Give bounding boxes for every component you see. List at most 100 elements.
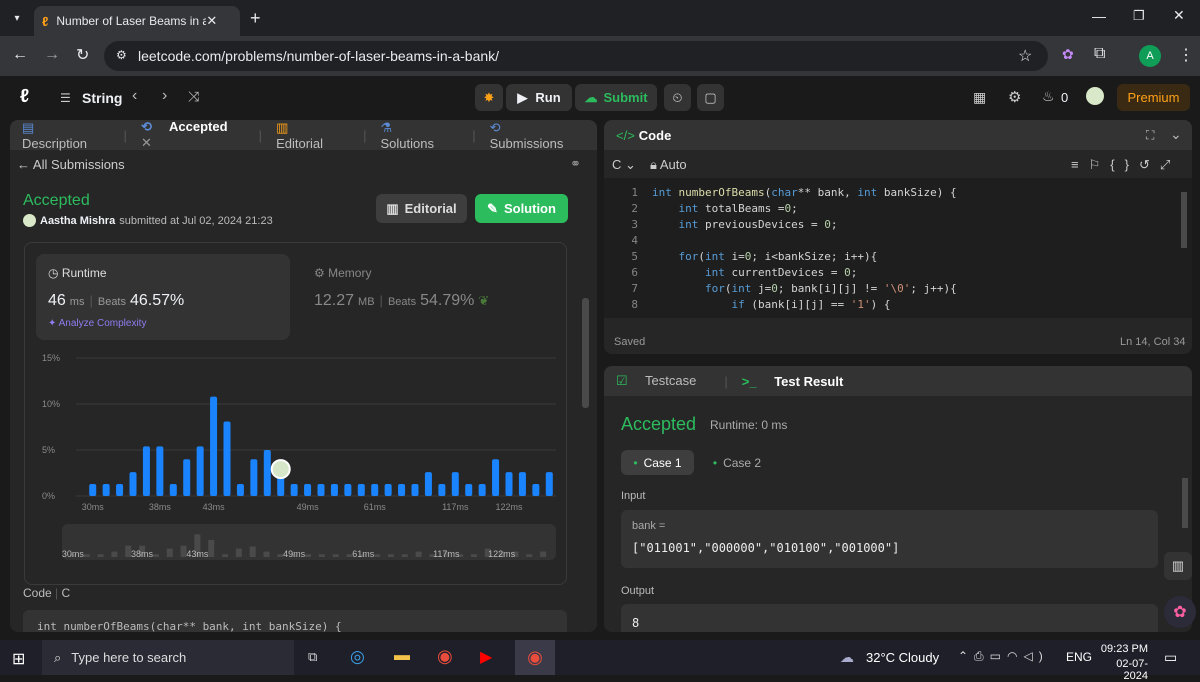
language-indicator[interactable]: ENG: [1066, 650, 1092, 664]
url-field[interactable]: ⚙ leetcode.com/problems/number-of-laser-…: [104, 41, 1048, 71]
streak-fire-icon[interactable]: ♨: [1042, 88, 1055, 105]
line-number: 5: [631, 250, 638, 263]
back-icon[interactable]: ←: [12, 46, 28, 64]
chrome-active-icon[interactable]: ◉: [515, 640, 555, 675]
code-line[interactable]: 1 int numberOfBeams(char** bank, int bank…: [604, 186, 1192, 202]
debug-icon[interactable]: ✸: [475, 84, 503, 111]
layout-grid-icon[interactable]: ▦: [973, 89, 986, 106]
run-button[interactable]: ▶ Run: [506, 84, 572, 111]
premium-button[interactable]: Premium: [1117, 84, 1190, 111]
mini-bar: [263, 551, 270, 557]
chrome-icon[interactable]: ◉: [437, 646, 453, 667]
window-close-button[interactable]: ✕: [1173, 7, 1185, 24]
code-line[interactable]: 2 int totalBeams =0;: [604, 202, 1192, 218]
forward-icon[interactable]: →: [44, 46, 60, 64]
minimize-button[interactable]: —: [1092, 8, 1106, 24]
pass-dot-icon: •: [633, 455, 638, 470]
reader-icon[interactable]: ▥: [1164, 552, 1192, 580]
code-line[interactable]: 6 int currentDevices = 0;: [604, 266, 1192, 282]
code-lines[interactable]: 1 int numberOfBeams(char** bank, int bank…: [604, 186, 1192, 318]
input-box: bank = ["011001","000000","010100","0010…: [621, 510, 1158, 568]
editor-toolbar: ≡⚐{}↺⤢: [1071, 157, 1180, 173]
code-line[interactable]: 5 for(int i=0; i<bankSize; i++){: [604, 250, 1192, 266]
site-info-icon[interactable]: ⚙: [116, 48, 127, 62]
expand-icon[interactable]: ⤢: [1160, 157, 1180, 172]
notification-icon[interactable]: ▭: [1164, 649, 1177, 666]
braces-icon[interactable]: {}: [1110, 157, 1139, 172]
settings-gear-icon[interactable]: ⚙: [1008, 88, 1021, 106]
browser-tab[interactable]: ℓ Number of Laser Beams in a Ba ✕: [34, 6, 240, 36]
edge-icon[interactable]: ◎: [350, 647, 365, 667]
prev-problem-icon[interactable]: ‹: [132, 87, 137, 105]
new-tab-button[interactable]: +: [250, 8, 261, 29]
bookmark-star-icon[interactable]: ☆: [1018, 46, 1032, 66]
mini-bar: [387, 554, 394, 557]
code-scrollbar[interactable]: [1181, 192, 1187, 248]
menu-kebab-icon[interactable]: ⋮: [1178, 45, 1194, 65]
submit-button[interactable]: ☁ Submit: [575, 84, 657, 111]
windows-start-icon[interactable]: ⊞: [12, 649, 25, 669]
language-select[interactable]: C ⌄: [612, 157, 636, 173]
submission-panel: ▤ Description | ⟲ Accepted ✕ | ▥ Editori…: [10, 120, 597, 632]
tab-search-icon[interactable]: ▾: [6, 8, 28, 28]
tab-testcase[interactable]: ☑ Testcase: [616, 373, 710, 389]
code-line[interactable]: 7 for(int j=0; bank[i][j] != '\0'; j++){: [604, 282, 1192, 298]
fullscreen-icon[interactable]: ⛶: [1146, 128, 1154, 143]
code-line[interactable]: 3 int previousDevices = 0;: [604, 218, 1192, 234]
weather-cloud-icon[interactable]: ☁: [840, 649, 854, 666]
input-variable: bank =: [632, 520, 666, 532]
youtube-icon[interactable]: ▶: [480, 647, 492, 667]
tab-test-result[interactable]: >_ Test Result: [742, 374, 858, 389]
play-icon: ▶: [517, 89, 528, 105]
scrollbar-thumb[interactable]: [582, 298, 589, 408]
line-number: 7: [631, 282, 638, 295]
clock[interactable]: 09:23 PM 02-07-2024: [1098, 643, 1148, 682]
mini-bar: [470, 554, 477, 557]
file-explorer-icon[interactable]: ▬: [394, 647, 410, 665]
reload-icon[interactable]: ↻: [76, 45, 89, 65]
extensions-puzzle-icon[interactable]: ⧉: [1094, 45, 1105, 63]
code-preview-box: int numberOfBeams(char** bank, int bankS…: [23, 610, 567, 632]
test-result-panel: ☑ Testcase | >_ Test Result Accepted Run…: [604, 366, 1192, 632]
close-icon[interactable]: ✕: [206, 13, 217, 29]
system-tray-icons[interactable]: ⌃⎙▭◠◁): [958, 649, 1049, 664]
user-avatar[interactable]: [1086, 87, 1104, 105]
mini-x-tick-label: 38ms: [131, 549, 154, 559]
leetcode-logo-icon[interactable]: ℓ: [20, 86, 29, 108]
topic-label[interactable]: String: [82, 90, 122, 106]
ai-brain-icon[interactable]: ✿: [1164, 596, 1196, 628]
task-view-icon[interactable]: ⧉: [308, 649, 317, 665]
weather-text[interactable]: 32°C Cloudy: [866, 650, 939, 665]
mini-x-tick-label: 61ms: [352, 549, 375, 559]
code-line[interactable]: 8 if (bank[i][j] == '1') {: [604, 298, 1192, 314]
next-problem-icon[interactable]: ›: [162, 87, 167, 105]
code-label: Code: [23, 586, 52, 600]
collapse-icon[interactable]: ⌄: [1170, 126, 1182, 143]
line-number: 1: [631, 186, 638, 199]
result-scrollbar[interactable]: [1182, 478, 1188, 528]
profile-avatar[interactable]: A: [1139, 45, 1161, 67]
result-runtime: Runtime: 0 ms: [710, 418, 788, 432]
problem-list-icon[interactable]: ☰: [60, 91, 71, 105]
clock-date: 02-07-2024: [1116, 658, 1148, 682]
extension-brain-icon[interactable]: ✿: [1062, 46, 1074, 63]
mini-bar: [208, 539, 215, 557]
tab-test-result-label: Test Result: [774, 373, 844, 389]
checkbox-icon: ☑: [616, 373, 628, 388]
code-editor-header: </> Code ⛶ ⌄: [604, 120, 1192, 150]
timer-icon[interactable]: ⏲: [664, 84, 691, 111]
bookmark-icon[interactable]: ⚐: [1089, 157, 1111, 172]
run-label: Run: [535, 90, 561, 105]
case-2-tab[interactable]: • Case 2: [704, 450, 770, 475]
reset-icon[interactable]: ↺: [1139, 157, 1160, 172]
notes-icon[interactable]: ▢: [697, 84, 724, 111]
restore-button[interactable]: ❐: [1133, 8, 1145, 24]
code-line[interactable]: 4: [604, 234, 1192, 250]
search-icon: ⌕: [54, 649, 62, 665]
format-icon[interactable]: ≡: [1071, 157, 1089, 172]
auto-mode[interactable]: 🔒︎ Auto: [650, 157, 687, 173]
case-1-tab[interactable]: • Case 1: [621, 450, 694, 475]
shuffle-icon[interactable]: ⤨: [188, 88, 199, 105]
taskbar-search-box[interactable]: ⌕ Type here to search: [42, 640, 294, 675]
mini-bar: [526, 554, 533, 557]
